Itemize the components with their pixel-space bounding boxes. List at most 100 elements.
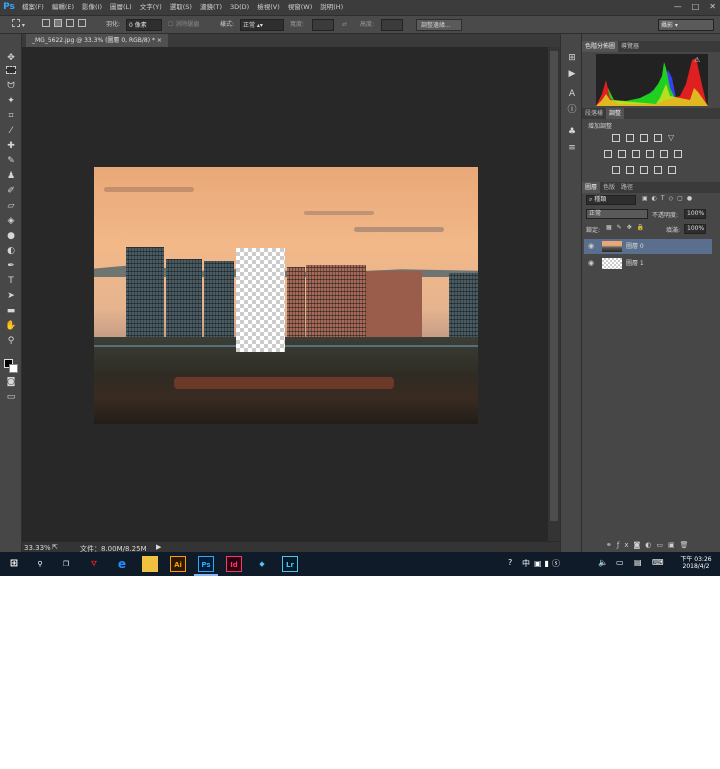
tab-adjustments[interactable]: 調整 (606, 108, 625, 119)
channel-mixer-icon[interactable] (660, 150, 668, 158)
zoom-level[interactable]: 33.33% (24, 544, 51, 552)
invert-icon[interactable] (612, 166, 620, 174)
menu-help[interactable]: 說明(H) (316, 0, 347, 15)
menu-type[interactable]: 文字(Y) (136, 0, 166, 15)
eraser-tool-icon[interactable]: ▱ (4, 200, 18, 212)
black-white-icon[interactable] (632, 150, 640, 158)
tab-navigator[interactable]: 導覽器 (618, 41, 642, 52)
crop-tool-icon[interactable]: ⌗ (4, 110, 18, 122)
cache-warning-icon[interactable]: ⚠ (694, 56, 700, 64)
task-view-icon[interactable]: ❐ (58, 556, 74, 572)
brush-tool-icon[interactable]: ✎ (4, 155, 18, 167)
blend-mode-select[interactable]: 正常 (586, 209, 648, 219)
lock-icons[interactable]: ▦✎✥🔒 (606, 224, 649, 231)
restore-button[interactable]: □ (692, 0, 700, 13)
layer-row[interactable]: ◉ 圖層 1 (584, 256, 712, 271)
indesign-icon[interactable]: Id (226, 556, 242, 572)
add-selection-icon[interactable] (54, 19, 62, 27)
minimize-button[interactable]: — (674, 0, 682, 13)
height-input[interactable] (381, 19, 403, 31)
lightroom-icon[interactable]: Lr (282, 556, 298, 572)
tray-icons[interactable]: ▣▮ⓢ (534, 558, 563, 569)
clock[interactable]: 下午 03:26 2018/4/2 (676, 554, 716, 570)
background-color-swatch[interactable] (9, 364, 18, 373)
keyboard-icon[interactable]: ⌨ (652, 558, 664, 567)
menu-select[interactable]: 選取(S) (166, 0, 196, 15)
posterize-icon[interactable] (626, 166, 634, 174)
help-tray-icon[interactable]: ? (508, 558, 512, 567)
style-select[interactable]: 正常 ▴▾ (240, 19, 284, 31)
menu-image[interactable]: 影像(I) (78, 0, 106, 15)
canvas-area[interactable] (22, 47, 548, 541)
acrobat-icon[interactable]: ⛛ (86, 556, 102, 572)
vertical-scrollbar[interactable] (548, 47, 560, 541)
layer-footer-icons[interactable]: ⚭ƒx◙◐▭▣🗑 (606, 541, 694, 549)
brush-panel-icon[interactable]: ♣ (565, 126, 579, 138)
fill-input[interactable]: 100% (684, 224, 706, 234)
status-menu-arrow-icon[interactable]: ▶ (156, 543, 161, 551)
cube-app-icon[interactable]: ◆ (254, 556, 270, 572)
menu-3d[interactable]: 3D(D) (226, 0, 253, 15)
rectangle-shape-tool-icon[interactable]: ▬ (4, 305, 18, 317)
feather-input[interactable]: 0 像素 (126, 19, 162, 31)
opacity-input[interactable]: 100% (684, 209, 706, 219)
ime-indicator[interactable]: 中 (522, 558, 530, 569)
history-brush-tool-icon[interactable]: ✐ (4, 185, 18, 197)
color-balance-icon[interactable] (618, 150, 626, 158)
tab-paragraph-styles[interactable]: 段落樣 (582, 108, 606, 119)
vibrance-icon[interactable]: ▽ (668, 134, 676, 142)
brightness-icon[interactable] (612, 134, 620, 142)
color-lookup-icon[interactable] (674, 150, 682, 158)
close-tab-icon[interactable]: × (157, 37, 162, 44)
swap-icon[interactable]: ⇄ (342, 19, 347, 31)
paint-bucket-tool-icon[interactable]: ◈ (4, 215, 18, 227)
illustrator-icon[interactable]: Ai (170, 556, 186, 572)
visibility-eye-icon[interactable]: ◉ (588, 256, 594, 271)
eyedropper-tool-icon[interactable]: ⁄ (4, 125, 18, 137)
menu-layer[interactable]: 圖層(L) (106, 0, 136, 15)
edge-icon[interactable]: e (114, 556, 130, 572)
hand-tool-icon[interactable]: ✋ (4, 320, 18, 332)
type-tool-icon[interactable]: T (4, 275, 18, 287)
tab-histogram[interactable]: 色階分佈圖 (582, 41, 619, 52)
menu-view[interactable]: 檢視(V) (253, 0, 284, 15)
network-icon[interactable]: ▭ (616, 558, 624, 567)
menu-edit[interactable]: 編輯(E) (48, 0, 78, 15)
file-explorer-icon[interactable] (142, 556, 158, 572)
photoshop-icon[interactable]: Ps (198, 556, 214, 572)
workspace-select[interactable]: 攝影 ▾ (658, 19, 714, 31)
notification-icon[interactable]: ▤ (634, 558, 642, 567)
width-input[interactable] (312, 19, 334, 31)
antialias-checkbox[interactable]: ☐ 消除鋸齒 (168, 19, 199, 31)
gradient-map-icon[interactable] (654, 166, 662, 174)
search-icon[interactable]: ⚲ (32, 556, 48, 572)
layer-row[interactable]: ◉ 圖層 0 (584, 239, 712, 254)
volume-icon[interactable]: 🔈 (598, 558, 608, 567)
marquee-preset-icon[interactable]: ▾ (12, 19, 25, 31)
lasso-tool-icon[interactable]: ᗢ (4, 80, 18, 92)
layer-filter-select[interactable]: ⌕ 種類 (586, 195, 636, 205)
pen-tool-icon[interactable]: ✒ (4, 260, 18, 272)
visibility-eye-icon[interactable]: ◉ (588, 239, 594, 254)
magic-wand-tool-icon[interactable]: ✦ (4, 95, 18, 107)
close-button[interactable]: ✕ (709, 0, 716, 13)
subtract-selection-icon[interactable] (66, 19, 74, 27)
tab-paths[interactable]: 路徑 (618, 182, 636, 193)
zoom-tool-icon[interactable]: ⚲ (4, 335, 18, 347)
clone-stamp-tool-icon[interactable]: ♟ (4, 170, 18, 182)
refine-edge-button[interactable]: 調整邊緣... (416, 19, 462, 31)
hue-saturation-icon[interactable] (604, 150, 612, 158)
exposure-icon[interactable] (654, 134, 662, 142)
tab-layers[interactable]: 圖層 (582, 182, 601, 193)
start-icon[interactable]: ⊞ (6, 556, 22, 572)
info-panel-icon[interactable]: ⓘ (565, 104, 579, 116)
healing-brush-tool-icon[interactable]: ✚ (4, 140, 18, 152)
selective-color-icon[interactable] (668, 166, 676, 174)
quick-mask-icon[interactable]: ◙ (4, 376, 18, 388)
path-selection-tool-icon[interactable]: ➤ (4, 290, 18, 302)
document-image[interactable] (94, 167, 478, 424)
rect-marquee-tool-icon[interactable] (6, 66, 16, 74)
photo-filter-icon[interactable] (646, 150, 654, 158)
new-selection-icon[interactable] (42, 19, 50, 27)
filter-type-icons[interactable]: ▣◐T◇▢● (642, 195, 696, 202)
